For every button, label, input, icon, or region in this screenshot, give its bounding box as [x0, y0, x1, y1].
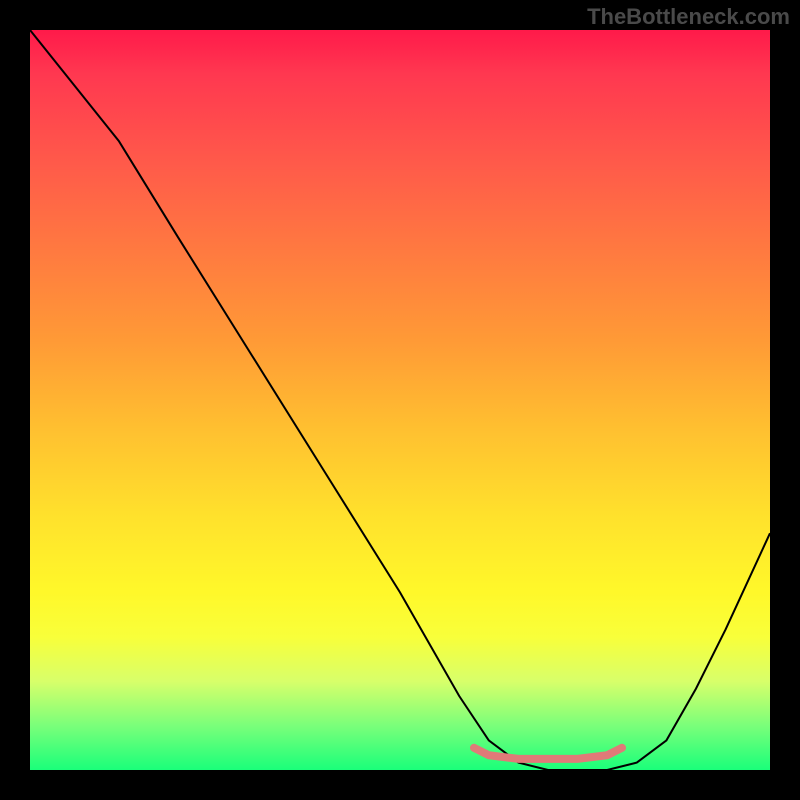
chart-svg [30, 30, 770, 770]
main-curve [30, 30, 770, 770]
highlight-band [474, 748, 622, 759]
watermark-text: TheBottleneck.com [587, 4, 790, 30]
chart-plot-area [30, 30, 770, 770]
